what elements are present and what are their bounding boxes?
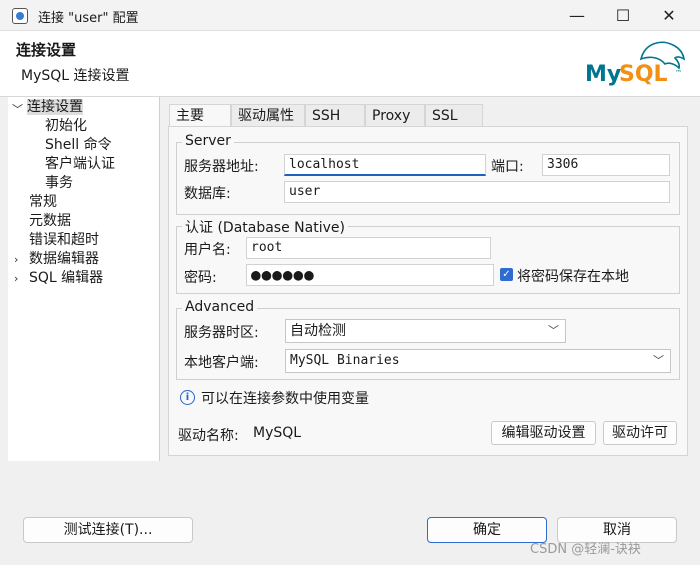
info-icon: i xyxy=(180,390,195,405)
database-label: 数据库: xyxy=(184,186,231,202)
chevron-down-icon: ﹀ xyxy=(548,324,559,337)
password-label: 密码: xyxy=(184,270,217,286)
timezone-select[interactable]: 自动检测 ﹀ xyxy=(285,319,566,343)
sidebar-item-metadata[interactable]: 元数据 xyxy=(29,212,71,231)
minimize-button[interactable]: — xyxy=(554,0,600,31)
driver-license-button[interactable]: 驱动许可 xyxy=(603,421,677,445)
sidebar-item-sql-editor[interactable]: SQL 编辑器 xyxy=(29,269,103,288)
tab-ssh[interactable]: SSH xyxy=(305,104,365,126)
maximize-icon: ☐ xyxy=(615,6,631,25)
edit-driver-settings-button[interactable]: 编辑驱动设置 xyxy=(491,421,596,445)
host-input[interactable]: localhost xyxy=(284,154,486,176)
tab-driver-properties[interactable]: 驱动属性 xyxy=(231,104,305,126)
port-label: 端口: xyxy=(491,159,524,175)
sidebar-item-shell-commands[interactable]: Shell 命令 xyxy=(45,136,112,155)
main-content: 主要 驱动属性 SSH Proxy SSL Server 服务器地址: loca… xyxy=(161,97,692,461)
mysql-logo-my: My xyxy=(585,62,621,87)
driver-name-label: 驱动名称: xyxy=(178,428,239,444)
host-label: 服务器地址: xyxy=(184,159,259,175)
page-title: 连接设置 xyxy=(16,41,77,59)
save-password-label: 将密码保存在本地 xyxy=(517,269,629,285)
variables-info-text: 可以在连接参数中使用变量 xyxy=(201,391,369,407)
server-group-label: Server xyxy=(182,133,234,149)
tab-ssl[interactable]: SSL xyxy=(425,104,483,126)
tab-main[interactable]: 主要 xyxy=(169,104,231,128)
title-bar: 连接 "user" 配置 — ☐ ✕ xyxy=(0,0,700,31)
tab-proxy[interactable]: Proxy xyxy=(365,104,425,126)
test-connection-button[interactable]: 测试连接(T)... xyxy=(23,517,193,543)
server-group xyxy=(176,142,680,215)
mysql-logo-tm: ™ xyxy=(675,69,682,77)
sidebar-item-connection-settings[interactable]: 连接设置 xyxy=(27,98,83,117)
chevron-down-icon: ﹀ xyxy=(653,354,664,367)
mysql-logo-sql: SQL xyxy=(619,62,668,87)
app-icon xyxy=(12,8,28,24)
advanced-group-label: Advanced xyxy=(182,299,258,315)
port-input[interactable]: 3306 xyxy=(542,154,670,176)
password-input[interactable]: ●●●●●● xyxy=(246,264,494,286)
username-input[interactable]: root xyxy=(246,237,491,259)
chevron-right-icon[interactable]: › xyxy=(14,253,18,266)
timezone-value: 自动检测 xyxy=(290,323,346,339)
checkmark-icon: ✓ xyxy=(502,269,511,280)
local-client-label: 本地客户端: xyxy=(184,355,259,371)
sidebar-item-init[interactable]: 初始化 xyxy=(45,117,87,136)
page-subtitle: MySQL 连接设置 xyxy=(21,68,130,84)
local-client-select[interactable]: MySQL Binaries ﹀ xyxy=(285,349,671,373)
sidebar-item-client-auth[interactable]: 客户端认证 xyxy=(45,155,115,174)
tab-panel-main: Server 服务器地址: localhost 端口: 3306 数据库: us… xyxy=(168,126,688,456)
chevron-down-icon[interactable]: ﹀ xyxy=(12,101,23,117)
sidebar-item-errors-timeouts[interactable]: 错误和超时 xyxy=(29,231,99,250)
dialog-header: 连接设置 MySQL 连接设置 My SQL ™ xyxy=(0,31,700,97)
watermark-text: CSDN @轻澜-诀袂 xyxy=(530,542,641,557)
chevron-right-icon[interactable]: › xyxy=(14,272,18,285)
maximize-button[interactable]: ☐ xyxy=(600,0,646,31)
window-title: 连接 "user" 配置 xyxy=(38,11,139,26)
sidebar-item-transactions[interactable]: 事务 xyxy=(45,174,73,193)
auth-group-label: 认证 (Database Native) xyxy=(182,217,348,237)
ok-button[interactable]: 确定 xyxy=(427,517,547,543)
mysql-logo: My SQL ™ xyxy=(585,41,686,87)
save-password-checkbox[interactable]: ✓ xyxy=(500,268,513,281)
close-button[interactable]: ✕ xyxy=(646,0,692,31)
sidebar-item-data-editor[interactable]: 数据编辑器 xyxy=(29,250,99,269)
settings-sidebar: ﹀ 连接设置 初始化 Shell 命令 客户端认证 事务 常规 元数据 错误和超… xyxy=(8,97,160,461)
database-input[interactable]: user xyxy=(284,181,670,203)
username-label: 用户名: xyxy=(184,242,231,258)
timezone-label: 服务器时区: xyxy=(184,325,259,341)
minimize-icon: — xyxy=(569,6,585,25)
sidebar-item-general[interactable]: 常规 xyxy=(29,193,57,212)
local-client-value: MySQL Binaries xyxy=(290,353,400,368)
driver-name-value: MySQL xyxy=(253,425,302,441)
close-icon: ✕ xyxy=(662,6,676,25)
